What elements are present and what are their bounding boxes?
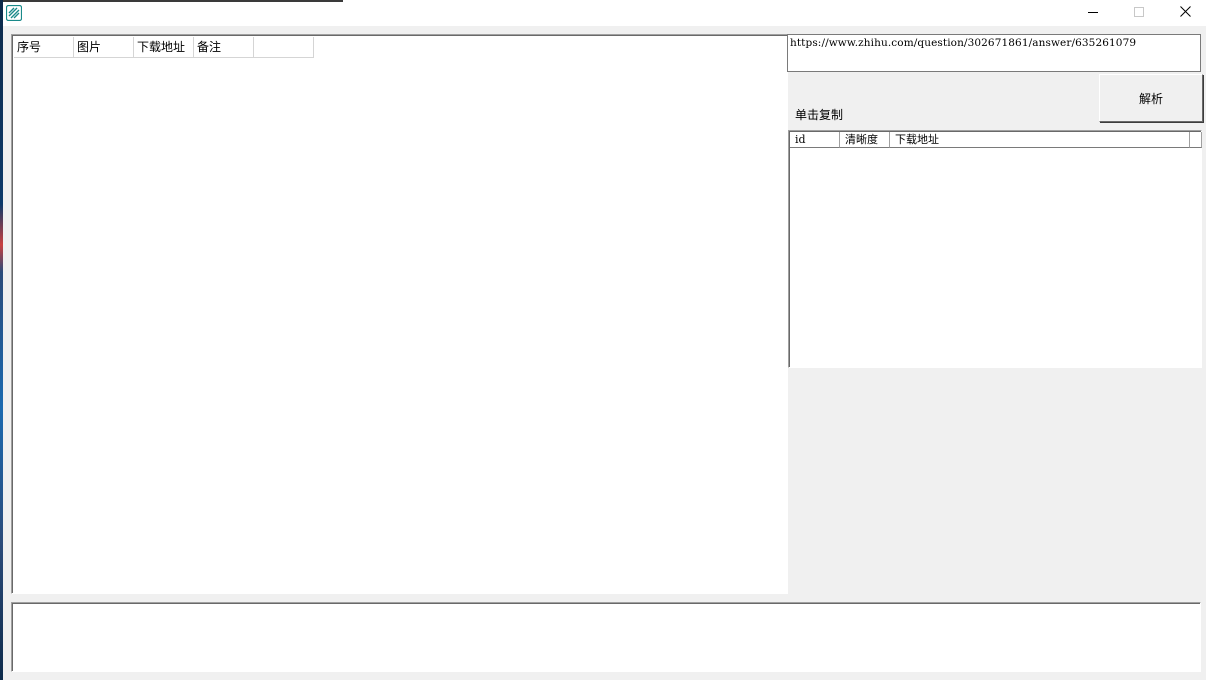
copy-hint-label: 单击复制 — [795, 108, 844, 122]
image-list-header: 序号 图片 下载地址 备注 — [14, 37, 314, 59]
app-logo-icon — [5, 4, 23, 22]
maximize-button[interactable] — [1116, 0, 1162, 26]
image-list-view[interactable]: 序号 图片 下载地址 备注 — [11, 34, 788, 594]
title-bar[interactable] — [3, 0, 1206, 26]
column-header-extra[interactable] — [254, 37, 314, 58]
column-header-note[interactable]: 备注 — [194, 37, 254, 58]
app-window: 序号 图片 下载地址 备注 https://www.zhihu.com/ques… — [3, 0, 1206, 680]
close-icon — [1179, 6, 1191, 20]
parse-button[interactable]: 解析 — [1099, 74, 1203, 122]
resolution-list-header: id 清晰度 下载地址 — [790, 132, 1202, 149]
column-header-index[interactable]: 序号 — [14, 37, 74, 58]
column-header-download-url[interactable]: 下载地址 — [890, 132, 1190, 148]
maximize-icon — [1134, 6, 1144, 20]
url-input[interactable]: https://www.zhihu.com/question/302671861… — [787, 34, 1201, 72]
title-bar-edge — [3, 0, 343, 2]
resolution-list-view[interactable]: id 清晰度 下载地址 — [788, 130, 1202, 368]
column-header-id[interactable]: id — [790, 132, 840, 148]
column-header-resolution[interactable]: 清晰度 — [840, 132, 890, 148]
minimize-button[interactable] — [1070, 0, 1116, 26]
column-header-image[interactable]: 图片 — [74, 37, 134, 58]
log-output-box[interactable] — [11, 602, 1201, 672]
column-header-extra[interactable] — [1190, 132, 1202, 148]
minimize-icon — [1088, 6, 1098, 20]
column-header-download-url[interactable]: 下载地址 — [134, 37, 194, 58]
close-button[interactable] — [1162, 0, 1206, 26]
parse-button-label: 解析 — [1138, 91, 1163, 106]
